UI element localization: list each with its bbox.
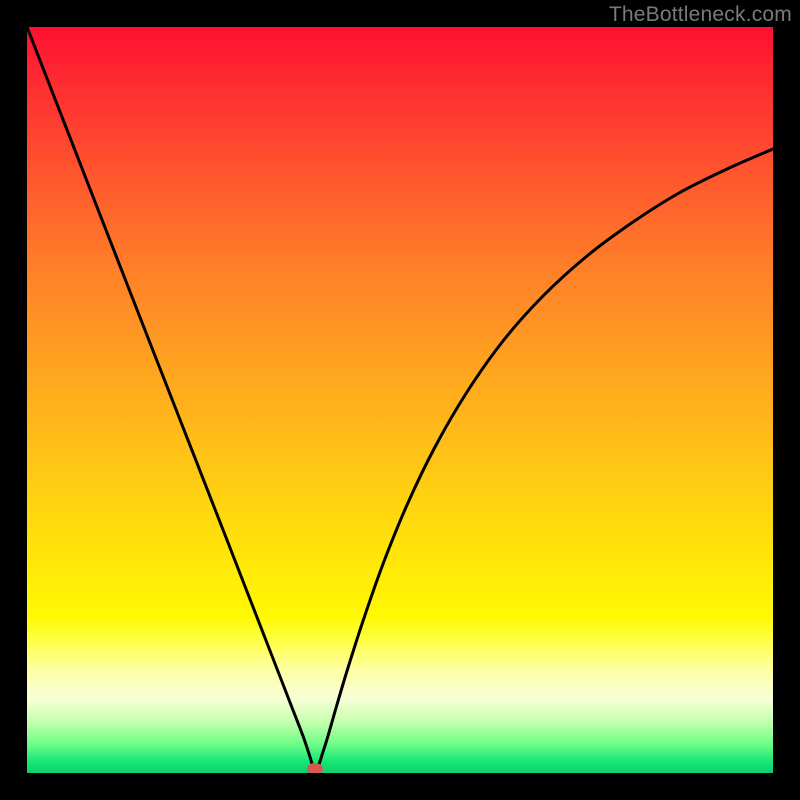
watermark-text: TheBottleneck.com xyxy=(609,3,792,27)
chart-frame: TheBottleneck.com xyxy=(0,0,800,800)
plot-area xyxy=(27,27,773,773)
bottleneck-curve xyxy=(27,27,773,771)
curve-svg xyxy=(27,27,773,773)
minimum-marker xyxy=(307,763,323,773)
